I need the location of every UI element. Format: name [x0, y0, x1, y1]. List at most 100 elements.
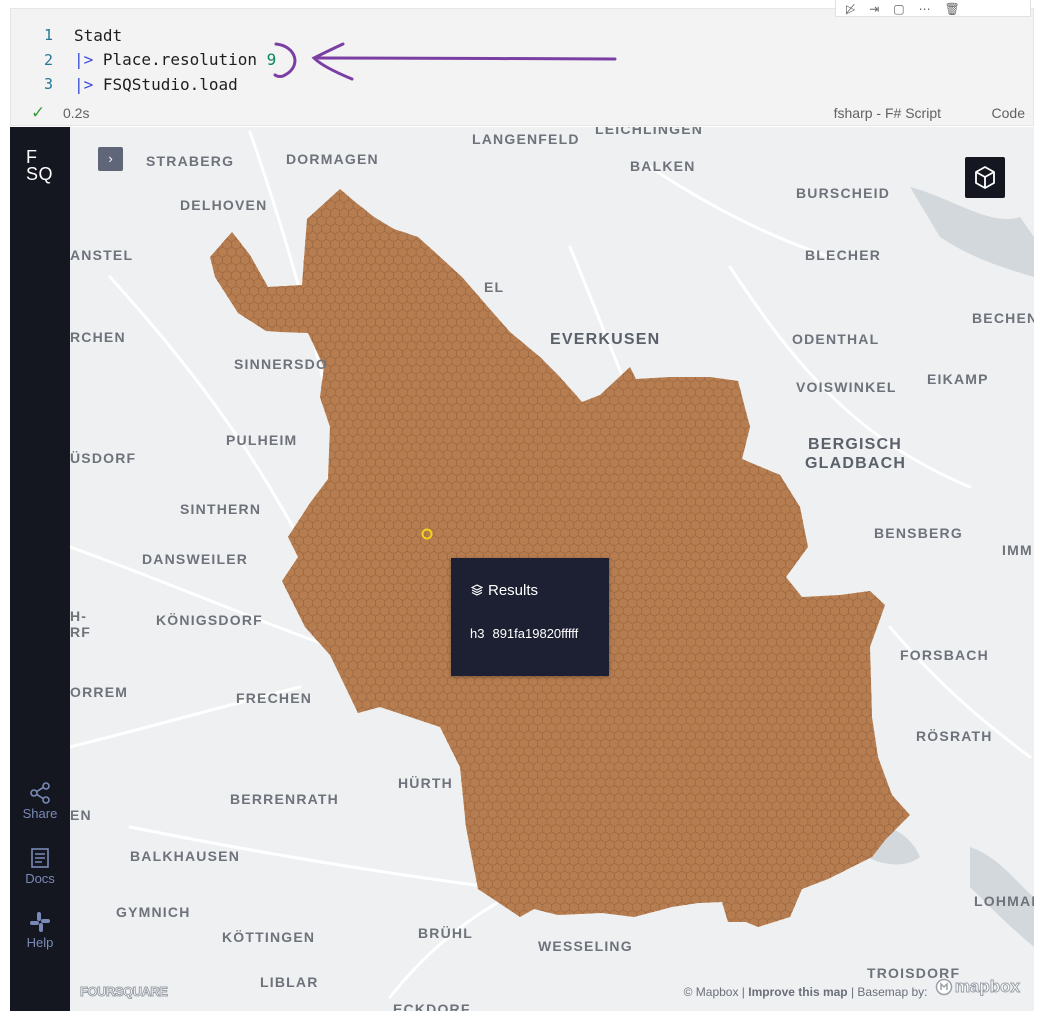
hex-cell[interactable]: [205, 301, 214, 313]
hex-cell[interactable]: [731, 199, 741, 211]
hex-cell[interactable]: [906, 270, 916, 282]
hex-cell[interactable]: [758, 262, 768, 274]
hex-cell[interactable]: [722, 231, 732, 243]
hex-cell[interactable]: [704, 185, 714, 196]
hex-cell[interactable]: [609, 301, 620, 313]
hex-cell[interactable]: [196, 660, 205, 670]
hex-cell[interactable]: [821, 511, 831, 523]
hex-cell[interactable]: [695, 199, 705, 211]
hex-cell[interactable]: [906, 332, 916, 344]
hex-cell[interactable]: [595, 215, 606, 227]
hex-cell[interactable]: [726, 301, 737, 313]
hex-cell[interactable]: [861, 504, 872, 516]
hex-cell[interactable]: [316, 465, 327, 477]
hex-cell[interactable]: [834, 488, 845, 500]
hex-cell[interactable]: [205, 394, 214, 406]
hex-cell[interactable]: [591, 301, 602, 313]
hex-cell[interactable]: [735, 238, 746, 250]
map-view[interactable]: LANGENFELD LEICHLINGEN STRABERG DORMAGEN BAL…: [10, 127, 1034, 1011]
hex-cell[interactable]: [843, 504, 854, 516]
hex-cell[interactable]: [700, 177, 709, 187]
hex-cell[interactable]: [843, 582, 854, 594]
hex-cell[interactable]: [803, 309, 813, 321]
hex-cell[interactable]: [528, 332, 539, 344]
hex-cell[interactable]: [753, 254, 764, 266]
hex-cell[interactable]: [897, 488, 908, 500]
hex-cell[interactable]: [699, 285, 710, 297]
hex-cell[interactable]: [550, 231, 561, 243]
hex-cell[interactable]: [285, 254, 295, 266]
hex-cell[interactable]: [267, 472, 277, 484]
hex-cell[interactable]: [713, 215, 723, 227]
hex-cell[interactable]: [465, 192, 476, 204]
hex-cell[interactable]: [604, 262, 615, 274]
hex-cell[interactable]: [902, 543, 912, 555]
hex-cell[interactable]: [798, 441, 809, 453]
hex-cell[interactable]: [226, 340, 237, 352]
hex-cell[interactable]: [226, 574, 237, 586]
hex-cell[interactable]: [514, 324, 525, 336]
hex-cell[interactable]: [205, 582, 214, 594]
hex-cell[interactable]: [244, 387, 255, 399]
hex-cell[interactable]: [762, 238, 773, 250]
hex-cell[interactable]: [884, 340, 894, 352]
hex-cell[interactable]: [794, 246, 804, 258]
hex-cell[interactable]: [307, 636, 318, 648]
hex-cell[interactable]: [591, 207, 602, 219]
hex-cell[interactable]: [217, 324, 228, 336]
hex-cell[interactable]: [785, 418, 795, 430]
hex-cell[interactable]: [249, 410, 259, 422]
hex-cell[interactable]: [439, 177, 448, 187]
hex-cell[interactable]: [492, 207, 503, 219]
hex-cell[interactable]: [681, 192, 692, 204]
hex-cell[interactable]: [637, 177, 646, 187]
hex-cell[interactable]: [600, 301, 611, 313]
hex-cell[interactable]: [640, 355, 651, 367]
hex-cell[interactable]: [231, 535, 241, 547]
hex-cell[interactable]: [708, 332, 719, 344]
hex-cell[interactable]: [298, 340, 309, 352]
hex-cell[interactable]: [857, 574, 867, 586]
hex-cell[interactable]: [843, 472, 854, 484]
hex-cell[interactable]: [780, 192, 791, 204]
hex-cell[interactable]: [812, 402, 822, 414]
hex-cell[interactable]: [848, 215, 858, 227]
hex-cell[interactable]: [839, 293, 849, 305]
hex-cell[interactable]: [645, 192, 656, 204]
hex-cell[interactable]: [573, 301, 584, 313]
hex-cell[interactable]: [672, 223, 683, 235]
hex-cell[interactable]: [767, 324, 777, 336]
hex-cell[interactable]: [816, 301, 827, 313]
hex-cell[interactable]: [681, 254, 692, 266]
hex-cell[interactable]: [803, 231, 813, 243]
hex-cell[interactable]: [591, 363, 602, 375]
hex-cell[interactable]: [258, 519, 268, 531]
hex-cell[interactable]: [645, 223, 656, 235]
hex-cell[interactable]: [726, 316, 737, 328]
hex-cell[interactable]: [200, 325, 209, 335]
hex-cell[interactable]: [861, 285, 872, 297]
hex-cell[interactable]: [496, 199, 507, 211]
hex-cell[interactable]: [600, 238, 611, 250]
hex-cell[interactable]: [235, 589, 246, 601]
hex-cell[interactable]: [776, 185, 786, 196]
hex-cell[interactable]: [375, 207, 385, 219]
hex-cell[interactable]: [478, 262, 489, 274]
hex-cell[interactable]: [196, 582, 205, 592]
hex-cell[interactable]: [546, 301, 557, 313]
hex-cell[interactable]: [699, 332, 710, 344]
hex-cell[interactable]: [735, 192, 746, 204]
hex-cell[interactable]: [510, 301, 521, 313]
hex-cell[interactable]: [912, 263, 921, 273]
hex-cell[interactable]: [785, 355, 795, 367]
hex-cell[interactable]: [645, 363, 656, 375]
hex-cell[interactable]: [568, 231, 579, 243]
hex-cell[interactable]: [695, 324, 705, 336]
hex-cell[interactable]: [258, 379, 268, 391]
hex-cell[interactable]: [402, 192, 413, 204]
hex-cell[interactable]: [912, 621, 921, 631]
hex-cell[interactable]: [280, 589, 291, 601]
hex-cell[interactable]: [271, 465, 282, 477]
hex-cell[interactable]: [839, 309, 849, 321]
hex-cell[interactable]: [906, 597, 916, 609]
